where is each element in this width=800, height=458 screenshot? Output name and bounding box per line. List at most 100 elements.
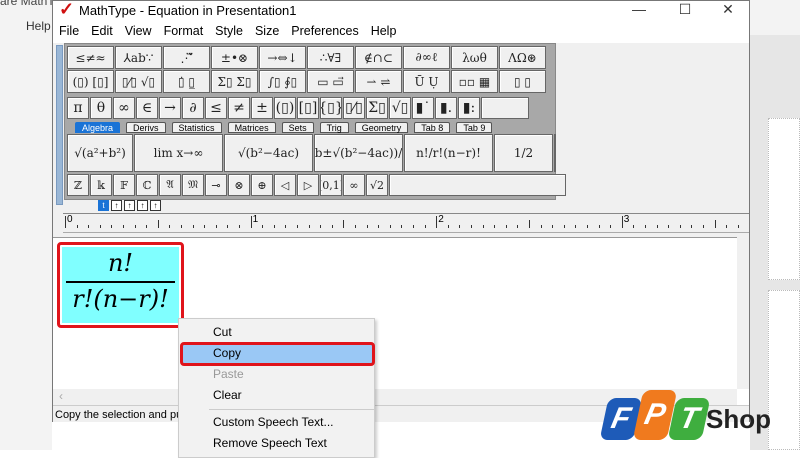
ruler-tick xyxy=(227,225,229,228)
tab-geometry[interactable]: Geometry xyxy=(354,122,409,133)
symbol-button[interactable]: ≠ xyxy=(228,97,250,119)
empty-slot[interactable] xyxy=(389,174,566,196)
template-button[interactable]: √(b²−4ac) xyxy=(224,134,313,172)
menu-size[interactable]: Size xyxy=(249,21,285,43)
menu-help[interactable]: Help xyxy=(365,21,403,43)
symbol-button[interactable]: ⊕ xyxy=(251,174,273,196)
symbol-button[interactable]: ▮: xyxy=(458,97,480,119)
menu-view[interactable]: View xyxy=(119,21,158,43)
ruler-tick xyxy=(320,225,322,228)
symbol-button[interactable]: ▷ xyxy=(297,174,319,196)
ruler[interactable]: 0 1 2 3 xyxy=(63,213,749,233)
size-button[interactable]: ↑ xyxy=(137,200,148,211)
symbol-button[interactable]: √2 xyxy=(366,174,388,196)
maximize-button[interactable]: ☐ xyxy=(662,1,708,21)
palette-button[interactable]: Ū Ụ xyxy=(403,70,450,93)
template-button[interactable]: √(a²+b²) xyxy=(67,134,133,172)
minimize-button[interactable]: — xyxy=(616,1,662,21)
symbol-button[interactable]: ∂ xyxy=(182,97,204,119)
symbol-button[interactable]: √▯ xyxy=(389,97,411,119)
palette-button[interactable]: ΛΩ⊛ xyxy=(499,46,546,69)
template-button[interactable]: n!/r!(n−r)! xyxy=(404,134,493,172)
tab-algebra[interactable]: Algebra xyxy=(75,122,121,133)
vertical-scrollbar[interactable] xyxy=(737,237,749,389)
menu-style[interactable]: Style xyxy=(209,21,249,43)
symbol-button[interactable]: 𝔄 xyxy=(159,174,181,196)
tab-sets[interactable]: Sets xyxy=(281,122,314,133)
symbol-button[interactable]: {▯} xyxy=(320,97,342,119)
tab-tab-8[interactable]: Tab 8 xyxy=(414,122,451,133)
menu-edit[interactable]: Edit xyxy=(85,21,119,43)
palette-button[interactable]: ▯̇ ▯̲ xyxy=(163,70,210,93)
symbol-button[interactable]: ▮˙ xyxy=(412,97,434,119)
palette-button[interactable]: ±•⊗ xyxy=(211,46,258,69)
palette-button[interactable]: ▭ ▭⃗ xyxy=(307,70,354,93)
symbol-button[interactable]: ≤ xyxy=(205,97,227,119)
symbol-button[interactable]: ∈ xyxy=(136,97,158,119)
template-button[interactable]: lim x→∞ xyxy=(134,134,223,172)
palette-button[interactable]: ⋰⃗⃛ xyxy=(163,46,210,69)
symbol-button[interactable]: ◁ xyxy=(274,174,296,196)
palette-button[interactable]: λωθ xyxy=(451,46,498,69)
menu-item-clear[interactable]: Clear xyxy=(213,388,242,402)
palette-button[interactable]: ⇀ ⇌ xyxy=(355,70,402,93)
menu-item-remove-speech-text[interactable]: Remove Speech Text xyxy=(213,436,327,450)
template-button[interactable]: 1/2 xyxy=(494,134,553,172)
symbol-button[interactable]: π xyxy=(67,97,89,119)
menu-file[interactable]: File xyxy=(53,21,85,43)
symbol-button[interactable]: (▯) xyxy=(274,97,296,119)
symbol-button[interactable]: ± xyxy=(251,97,273,119)
symbol-button[interactable]: ∞ xyxy=(343,174,365,196)
symbol-button[interactable]: ▯⁄▯ xyxy=(343,97,365,119)
background-menu-help[interactable]: Help xyxy=(26,19,51,33)
palette-button[interactable]: (▯) [▯] xyxy=(67,70,114,93)
menu-format[interactable]: Format xyxy=(158,21,210,43)
palette-button[interactable]: ≤≠≈ xyxy=(67,46,114,69)
toolbar-grip[interactable] xyxy=(56,45,63,205)
symbol-button[interactable]: [▯] xyxy=(297,97,319,119)
tab-matrices[interactable]: Matrices xyxy=(227,122,276,133)
size-button[interactable]: t xyxy=(98,200,109,211)
symbol-button[interactable]: ℂ xyxy=(136,174,158,196)
empty-slot[interactable] xyxy=(481,97,529,119)
symbol-button[interactable]: Σ▯ xyxy=(366,97,388,119)
tab-trig[interactable]: Trig xyxy=(319,122,349,133)
empty-slot[interactable] xyxy=(554,134,556,172)
menu-item-cut[interactable]: Cut xyxy=(213,325,232,339)
symbol-button[interactable]: 𝕜 xyxy=(90,174,112,196)
palette-button[interactable]: ▯ ▯ xyxy=(499,70,546,93)
template-button[interactable]: (−b±√(b²−4ac))/2a xyxy=(314,134,403,172)
menu-item-custom-speech-text[interactable]: Custom Speech Text... xyxy=(213,415,334,429)
symbol-button[interactable]: ▮. xyxy=(435,97,457,119)
tab-derivs[interactable]: Derivs xyxy=(126,122,166,133)
symbol-button[interactable]: ⊗ xyxy=(228,174,250,196)
menu-item-paste[interactable]: Paste xyxy=(213,367,244,381)
symbol-button[interactable]: 𝔽 xyxy=(113,174,135,196)
menu-preferences[interactable]: Preferences xyxy=(285,21,364,43)
size-button[interactable]: ↑ xyxy=(124,200,135,211)
scroll-left-icon[interactable]: ‹ xyxy=(59,389,63,403)
palette-button[interactable]: ⅄ab∵ xyxy=(115,46,162,69)
selected-equation[interactable]: n! r!(n−r)! xyxy=(57,242,184,328)
menu-item-copy[interactable]: Copy xyxy=(213,346,241,360)
symbol-button[interactable]: ℤ xyxy=(67,174,89,196)
palette-button[interactable]: ∂∞ℓ xyxy=(403,46,450,69)
size-button[interactable]: ↑ xyxy=(150,200,161,211)
palette-button[interactable]: →⇔↓ xyxy=(259,46,306,69)
close-button[interactable]: ✕ xyxy=(705,1,751,21)
symbol-button[interactable]: ∞ xyxy=(113,97,135,119)
palette-button[interactable]: ∉∩⊂ xyxy=(355,46,402,69)
symbol-button[interactable]: 𝔐 xyxy=(182,174,204,196)
symbol-button[interactable]: [0,1] xyxy=(320,174,342,196)
tab-tab-9[interactable]: Tab 9 xyxy=(456,122,493,133)
tab-statistics[interactable]: Statistics xyxy=(171,122,222,133)
symbol-button[interactable]: ⊸ xyxy=(205,174,227,196)
size-button[interactable]: ↑ xyxy=(111,200,122,211)
palette-button[interactable]: ▯⁄▯ √▯ xyxy=(115,70,162,93)
symbol-button[interactable]: θ xyxy=(90,97,112,119)
symbol-button[interactable]: → xyxy=(159,97,181,119)
palette-button[interactable]: ▫▫ ▦ xyxy=(451,70,498,93)
palette-button[interactable]: Σ▯ Σ▯ xyxy=(211,70,258,93)
palette-button[interactable]: ∫▯ ∮▯ xyxy=(259,70,306,93)
palette-button[interactable]: ∴∀∃ xyxy=(307,46,354,69)
